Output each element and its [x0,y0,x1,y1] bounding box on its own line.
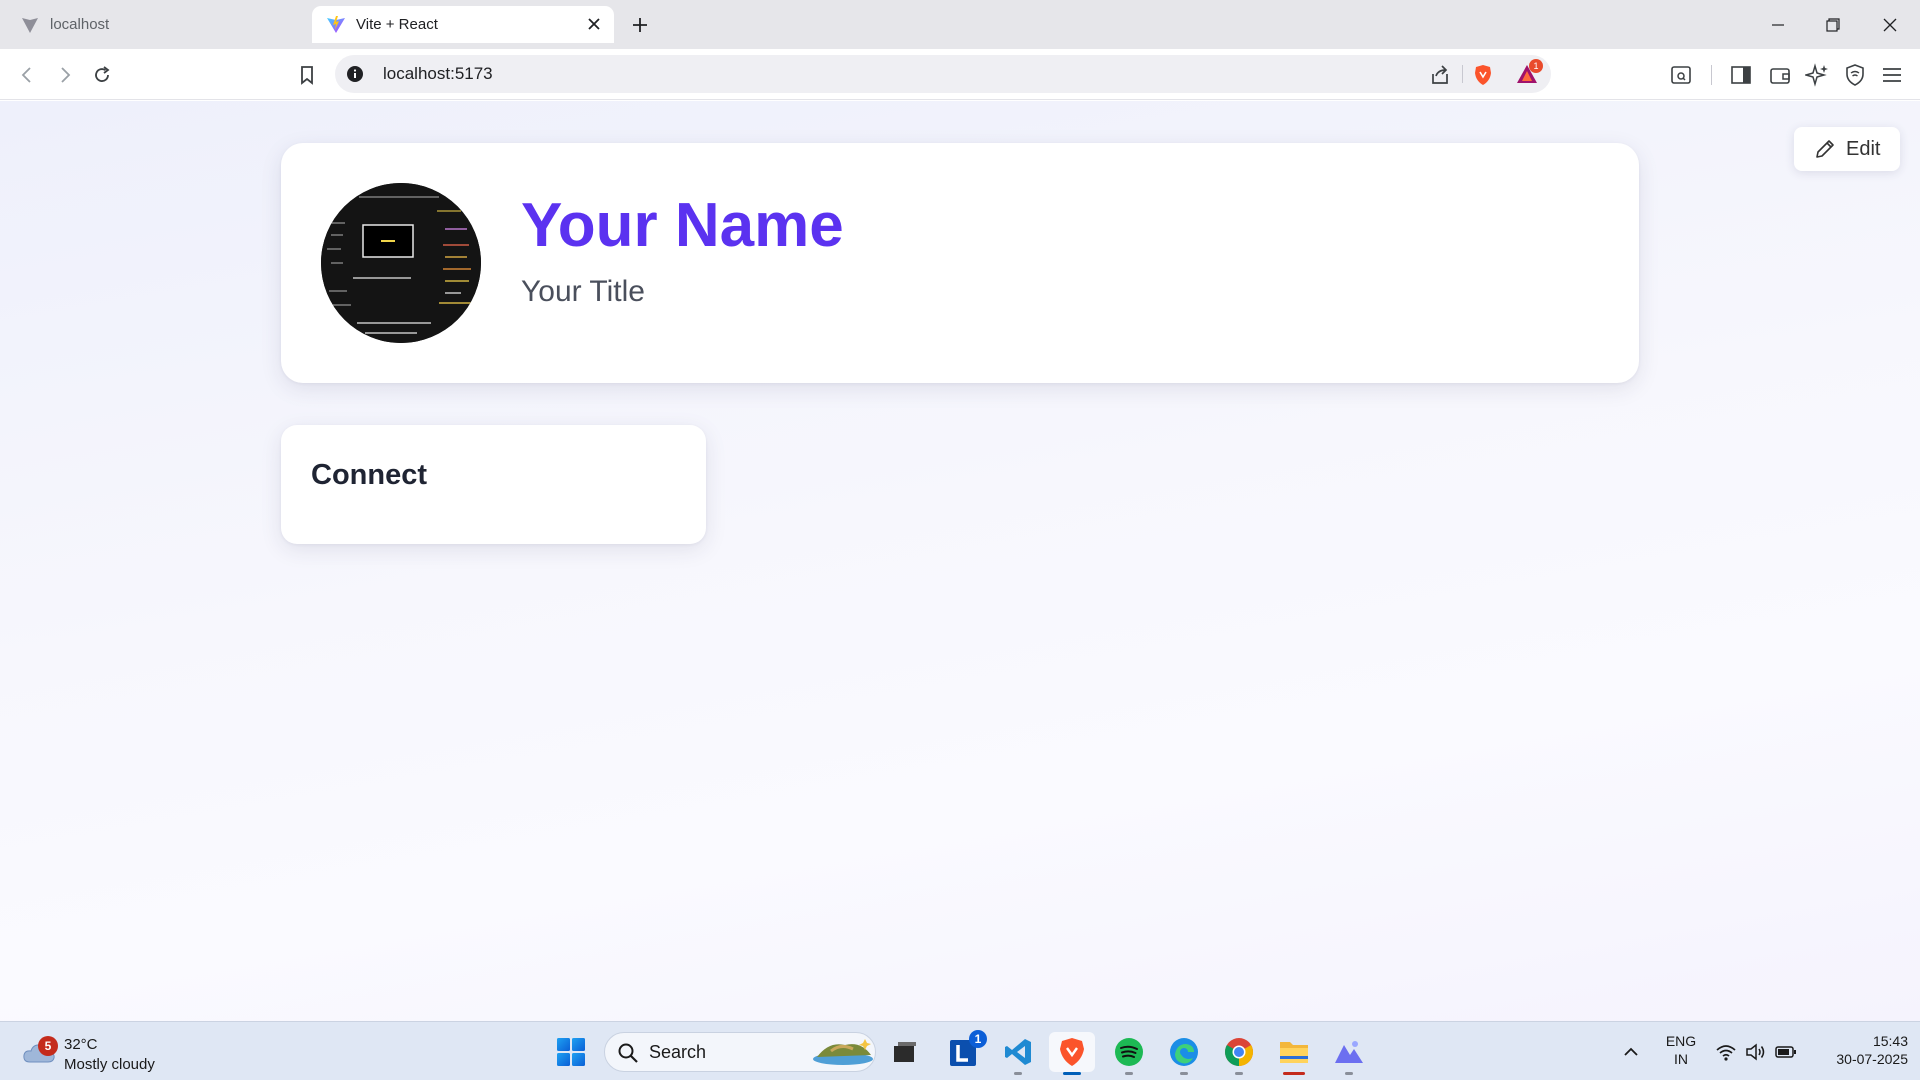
brave-rewards-icon[interactable]: 1 [1515,59,1543,85]
chrome-icon [1225,1038,1253,1066]
profile-card: Your Name Your Title [281,143,1639,383]
clock[interactable]: 15:43 30-07-2025 [1808,1032,1908,1068]
libre-app[interactable]: 1 [941,1030,987,1072]
folder-icon [1280,1042,1308,1063]
close-tab-icon[interactable] [584,14,604,34]
reader-mode-icon[interactable] [1669,63,1693,87]
page-content: Edit Your Name Your Title Connect [0,101,1920,1021]
back-icon[interactable] [14,62,40,88]
task-view-app[interactable] [882,1032,928,1072]
photos-app[interactable] [1326,1032,1372,1075]
battery-icon[interactable] [1775,1041,1797,1063]
brave-app[interactable] [1049,1032,1095,1075]
brave-shields-icon[interactable] [1472,64,1494,86]
spotify-app[interactable] [1106,1032,1152,1075]
restore-icon[interactable] [1818,10,1848,40]
tab-vite-react[interactable]: Vite + React [312,6,614,43]
search-icon [618,1043,638,1063]
rewards-badge: 1 [1529,59,1543,73]
windows-start-icon[interactable] [556,1037,586,1067]
vscode-icon [1005,1039,1031,1065]
bookmark-icon[interactable] [294,62,320,88]
avatar-image [321,183,481,343]
language-code: ENG [1665,1033,1697,1049]
taskbar-search[interactable]: Search [604,1032,876,1072]
brave-icon [1060,1038,1084,1066]
close-window-icon[interactable] [1875,10,1905,40]
share-icon[interactable] [1429,64,1451,86]
search-highlight-illustration [813,1039,873,1065]
profile-title: Your Title [521,275,645,308]
region-code: IN [1674,1051,1688,1067]
clock-time: 15:43 [1872,1033,1908,1049]
profile-name: Your Name [521,191,844,260]
photos-icon [1335,1041,1363,1063]
clock-date: 30-07-2025 [1836,1051,1908,1067]
weather-condition: Mostly cloudy [64,1056,155,1073]
weather-widget[interactable]: 5 32°C Mostly cloudy [22,1030,172,1074]
language-indicator[interactable]: ENG IN [1660,1032,1702,1068]
tab-title: Vite + React [356,16,438,33]
tab-title: localhost [50,16,110,33]
edit-label: Edit [1846,137,1881,160]
connect-card: Connect [281,425,706,544]
weather-temp: 32°C [64,1036,98,1053]
reload-icon[interactable] [89,62,115,88]
windows-taskbar: 5 32°C Mostly cloudy Search 1 ENG IN 15:… [0,1021,1920,1080]
pencil-icon [1816,140,1834,158]
address-text[interactable]: localhost:5173 [383,55,493,93]
vpn-shield-icon[interactable] [1843,63,1867,87]
task-view-icon [894,1042,916,1062]
edge-icon [1170,1038,1198,1066]
wallet-icon[interactable] [1768,63,1792,87]
edge-app[interactable] [1161,1032,1207,1075]
leo-ai-icon[interactable] [1805,63,1829,87]
chevron-up-icon[interactable] [1620,1041,1642,1063]
vscode-app[interactable] [995,1032,1041,1075]
app-badge: 1 [969,1030,987,1048]
sidebar-icon[interactable] [1729,63,1753,87]
site-info-icon[interactable] [346,65,364,83]
vite-favicon-icon [22,17,38,33]
minimize-icon[interactable] [1763,10,1793,40]
tab-localhost[interactable]: localhost [8,6,308,43]
spotify-icon [1115,1038,1143,1066]
chrome-app[interactable] [1216,1032,1262,1075]
address-bar[interactable]: localhost:5173 1 [335,55,1551,93]
search-label: Search [649,1042,707,1062]
menu-icon[interactable] [1880,63,1904,87]
forward-icon[interactable] [52,62,78,88]
file-explorer-app[interactable] [1271,1032,1317,1075]
avatar[interactable] [321,183,481,343]
browser-tab-strip: localhost Vite + React [0,0,1920,49]
weather-badge: 5 [38,1036,58,1056]
browser-toolbar: localhost:5173 1 [0,49,1920,100]
new-tab-icon[interactable] [628,13,652,37]
connect-heading: Connect [311,459,427,491]
volume-icon[interactable] [1745,1041,1767,1063]
wifi-icon[interactable] [1715,1041,1737,1063]
edit-button[interactable]: Edit [1794,127,1900,171]
vite-favicon-icon [327,15,345,33]
